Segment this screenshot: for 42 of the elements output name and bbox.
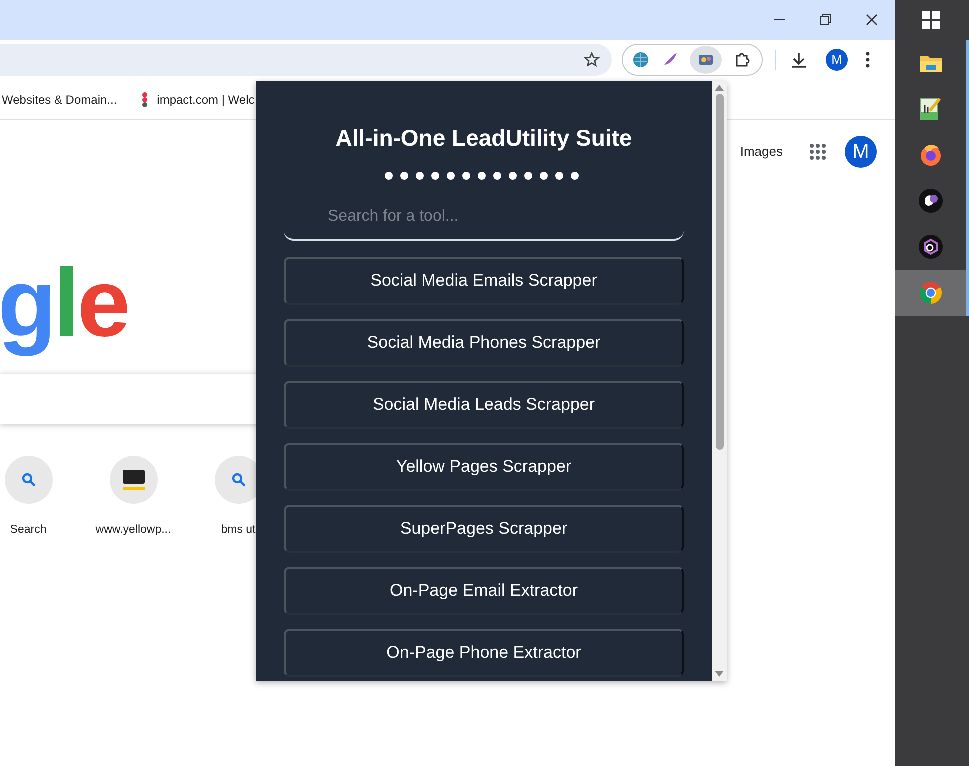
menu-icon[interactable] [866, 52, 870, 68]
firefox-icon [918, 143, 942, 167]
search-icon [22, 473, 36, 487]
search-icon [232, 473, 246, 487]
hexagon-app-icon [918, 235, 942, 259]
globe-extension-icon[interactable] [632, 52, 649, 68]
logo-text: gle [0, 250, 128, 357]
extension-active-icon[interactable] [690, 46, 722, 74]
shortcut-tile[interactable]: Search [0, 456, 81, 540]
tool-search-field[interactable]: Search for a tool... [284, 194, 684, 241]
bookmark-item[interactable]: Websites & Domain... [2, 90, 118, 108]
apps-grid-icon[interactable] [809, 143, 827, 161]
download-icon[interactable] [790, 51, 808, 69]
round-app-icon [918, 189, 942, 213]
profile-avatar[interactable]: M [826, 49, 848, 71]
scrollbar[interactable] [712, 81, 727, 681]
folder-icon [918, 53, 942, 73]
extensions-puzzle-icon[interactable] [734, 51, 752, 69]
images-link[interactable]: Images [740, 142, 783, 162]
tool-button[interactable]: Social Media Emails Scrapper [284, 256, 684, 305]
feather-extension-icon[interactable] [660, 52, 679, 68]
bookmark-item[interactable]: impact.com | Welc [141, 90, 255, 108]
minimize-icon [774, 19, 786, 21]
shortcut-tile[interactable]: www.yellowp... [81, 456, 186, 540]
bookmark-favicon-icon [141, 92, 150, 108]
yp-logo-icon [122, 469, 146, 491]
tool-button[interactable]: On-Page Email Extractor [284, 566, 684, 615]
tool-button[interactable]: SuperPages Scrapper [284, 504, 684, 553]
chrome-icon [918, 281, 942, 305]
bookmark-star-icon[interactable] [584, 52, 600, 68]
account-avatar[interactable]: M [845, 136, 877, 168]
notepad-icon [920, 97, 942, 121]
close-icon [866, 14, 878, 26]
tool-button[interactable]: Social Media Phones Scrapper [284, 318, 684, 367]
restore-icon [820, 14, 832, 26]
scroll-down-icon[interactable] [715, 671, 724, 677]
tool-button[interactable]: Social Media Leads Scrapper [284, 380, 684, 429]
tool-button[interactable]: Yellow Pages Scrapper [284, 442, 684, 491]
windows-logo-icon [922, 11, 940, 29]
tool-button[interactable]: On-Page Phone Extractor [284, 628, 684, 677]
popup-title: All-in-One LeadUtility Suite [336, 125, 632, 153]
scroll-up-icon[interactable] [715, 85, 724, 91]
